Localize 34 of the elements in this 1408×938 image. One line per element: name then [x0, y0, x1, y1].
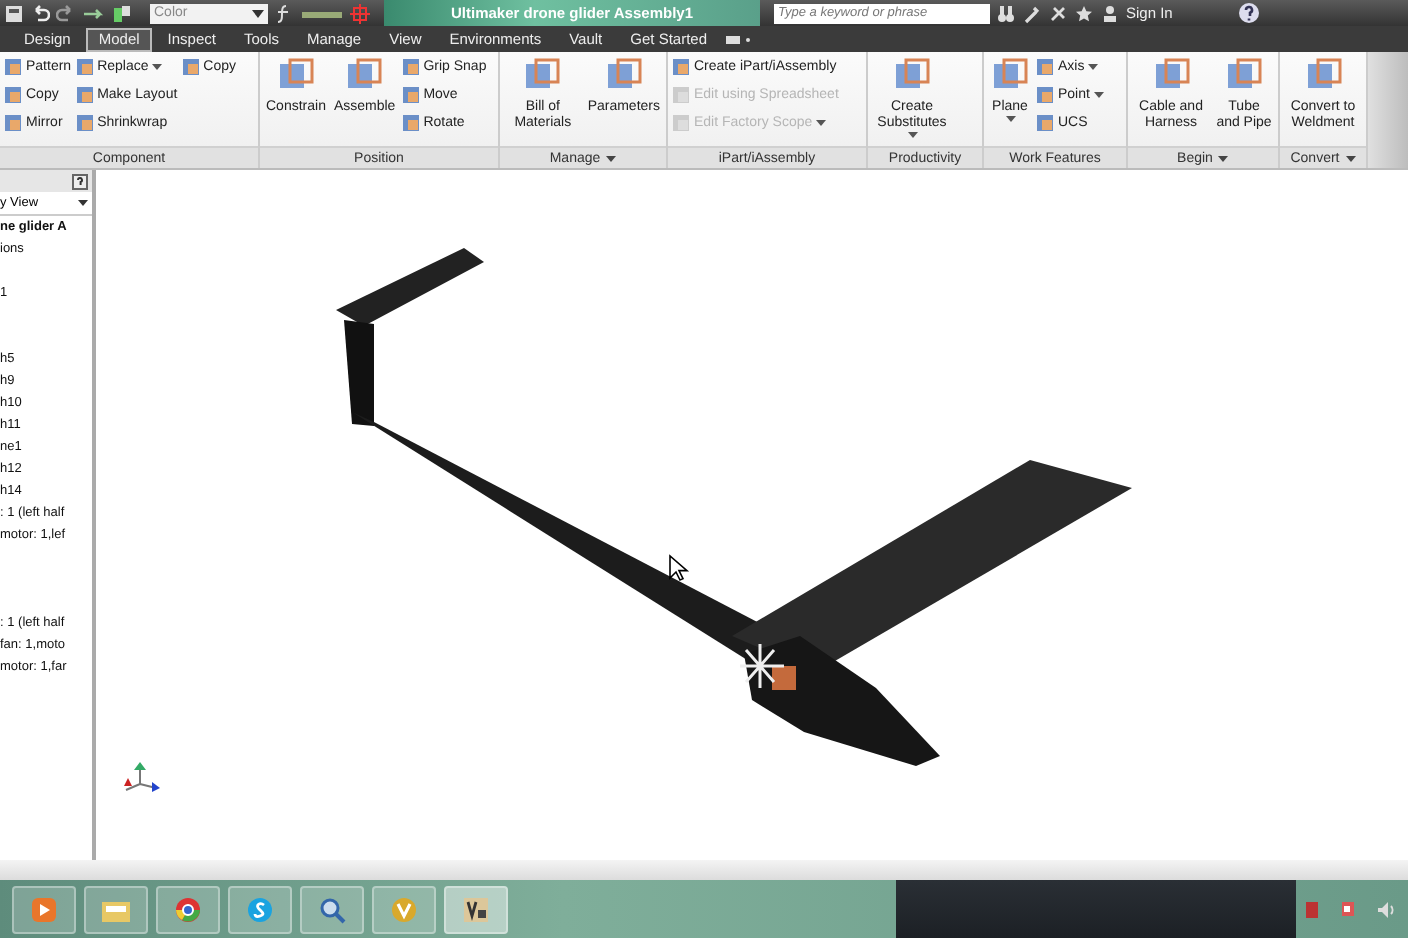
magnifier-icon[interactable] [300, 885, 364, 933]
wrench-icon[interactable] [1022, 3, 1042, 23]
ribbon-background [1368, 52, 1408, 168]
browser-icon[interactable] [156, 885, 220, 933]
redo-icon[interactable] [56, 3, 76, 23]
formula-icon[interactable] [274, 3, 294, 23]
caret-icon [252, 9, 264, 17]
cursor-icon [669, 554, 690, 582]
star-icon[interactable] [1074, 3, 1094, 23]
user-icon[interactable] [1100, 3, 1120, 23]
caret-icon [907, 132, 917, 138]
tray-flag-icon[interactable] [1340, 899, 1356, 919]
help-icon[interactable] [1238, 2, 1261, 24]
caret-icon [1088, 64, 1099, 70]
cad-app-icon[interactable] [444, 885, 508, 933]
caret-icon [1345, 155, 1356, 161]
folder-icon[interactable] [84, 885, 148, 933]
return-icon[interactable] [82, 3, 106, 23]
update-icon[interactable] [112, 3, 132, 23]
undo-icon[interactable] [30, 3, 50, 23]
caret-icon [1005, 116, 1015, 122]
crosshair-icon[interactable] [350, 3, 370, 23]
caret-icon [1218, 155, 1229, 161]
caret-icon [152, 64, 163, 70]
caret-icon [816, 120, 827, 126]
caret-icon [78, 200, 88, 206]
axis-triad-icon [124, 762, 160, 792]
help-icon[interactable] [72, 173, 88, 189]
caret-icon [1093, 92, 1104, 98]
panel-options-icon[interactable] [723, 31, 751, 47]
tool-icon [181, 58, 200, 76]
caret-icon [606, 155, 617, 161]
binoculars-icon[interactable] [996, 3, 1016, 23]
app-menu-icon[interactable] [4, 3, 24, 23]
